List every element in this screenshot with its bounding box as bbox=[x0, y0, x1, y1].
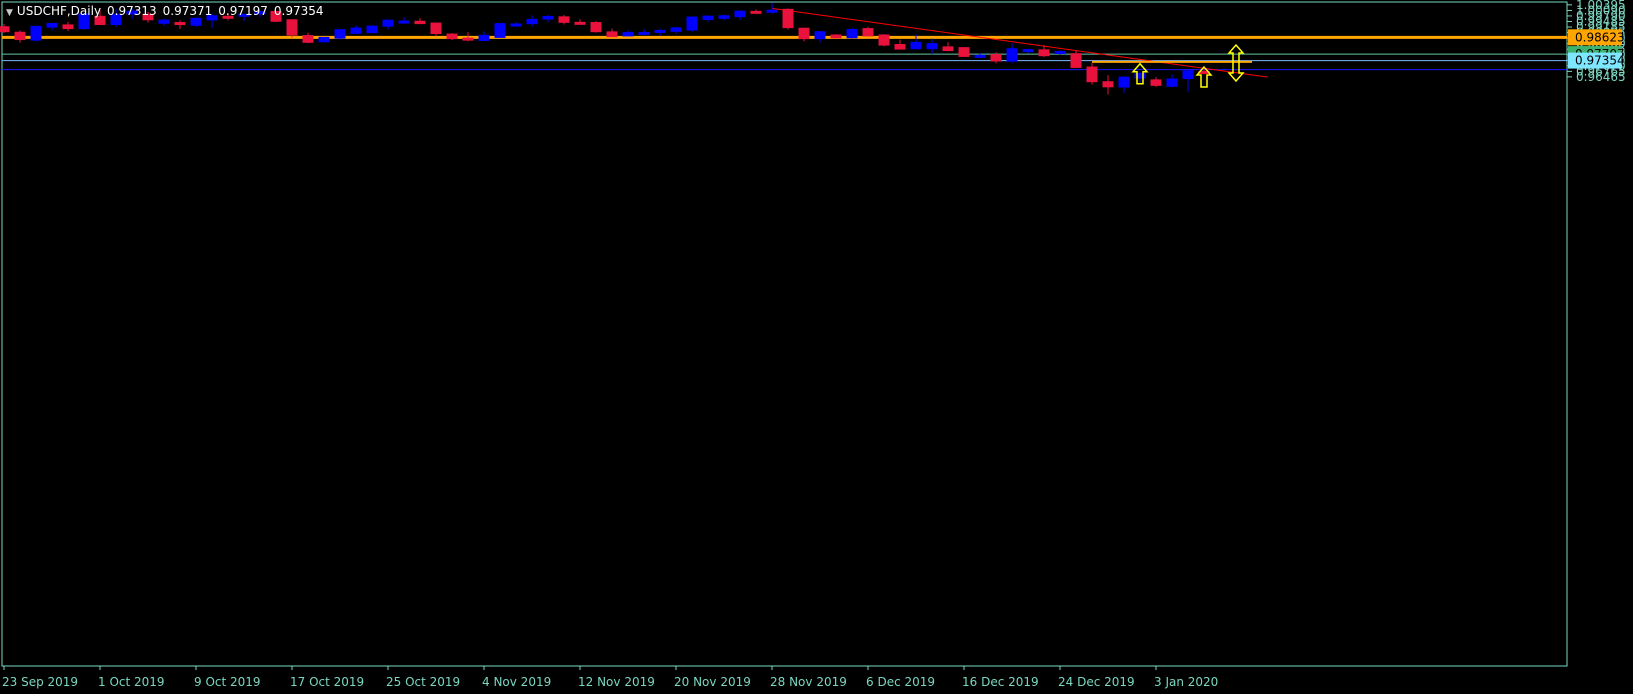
x-tick-label: 6 Dec 2019 bbox=[866, 675, 935, 689]
candle-body-bear bbox=[446, 33, 458, 40]
x-tick-label: 20 Nov 2019 bbox=[674, 675, 751, 689]
candle-body-bull bbox=[334, 29, 346, 39]
candle-body-bull bbox=[1054, 50, 1066, 54]
candle-body-bull bbox=[670, 27, 682, 32]
candle-body-bear bbox=[286, 19, 298, 36]
candle-body-bull bbox=[910, 41, 922, 50]
candle-body-bull bbox=[734, 10, 746, 18]
candle-body-bull bbox=[382, 19, 394, 27]
x-tick-label: 1 Oct 2019 bbox=[98, 675, 165, 689]
candle-body-bear bbox=[1070, 53, 1082, 68]
x-tick-label: 4 Nov 2019 bbox=[482, 675, 551, 689]
candle-body-bull bbox=[1182, 70, 1194, 80]
candle-body-bull bbox=[190, 17, 202, 26]
candle-body-bear bbox=[1150, 79, 1162, 86]
x-tick-label: 28 Nov 2019 bbox=[770, 675, 847, 689]
candle-body-bear bbox=[14, 31, 26, 41]
candle-body-bear bbox=[862, 28, 874, 37]
price-label: 0.98623 bbox=[1575, 30, 1625, 44]
candle-body-bear bbox=[990, 54, 1002, 62]
candle-body-bull bbox=[494, 23, 506, 38]
x-tick-label: 9 Oct 2019 bbox=[194, 675, 261, 689]
candle-body-bear bbox=[1086, 66, 1098, 83]
price-label: 0.97354 bbox=[1575, 54, 1625, 68]
candle-body-bear bbox=[782, 8, 794, 29]
trendline bbox=[771, 7, 1269, 78]
candle-body-bear bbox=[798, 27, 810, 40]
candle-body-bear bbox=[878, 34, 890, 46]
candle-body-bull bbox=[158, 19, 170, 24]
high-value: 0.97371 bbox=[162, 4, 213, 18]
x-tick-label: 23 Sep 2019 bbox=[2, 675, 78, 689]
candle-body-bear bbox=[558, 16, 570, 23]
candle-body-bear bbox=[174, 22, 186, 26]
candle-body-bull bbox=[542, 15, 554, 20]
candle-body-bull bbox=[366, 25, 378, 34]
x-tick-label: 24 Dec 2019 bbox=[1058, 675, 1135, 689]
close-value: 0.97354 bbox=[273, 4, 324, 18]
dropdown-triangle-icon[interactable]: ▼ bbox=[6, 8, 13, 18]
candle-body-bear bbox=[590, 22, 602, 33]
candle-body-bear bbox=[462, 37, 474, 41]
low-value: 0.97197 bbox=[218, 4, 268, 18]
x-tick-label: 3 Jan 2020 bbox=[1154, 675, 1218, 689]
candle-body-bear bbox=[430, 22, 442, 35]
candle-body-bull bbox=[1118, 76, 1130, 88]
candle-body-bull bbox=[926, 43, 938, 50]
candle-body-bull bbox=[766, 9, 778, 13]
x-tick-label: 25 Oct 2019 bbox=[386, 675, 460, 689]
candle-body-bull bbox=[30, 25, 42, 41]
candle-body-bear bbox=[1102, 81, 1114, 88]
candle-body-bear bbox=[1038, 49, 1050, 57]
candle-body-bull bbox=[1006, 48, 1018, 62]
candle-body-bear bbox=[894, 44, 906, 50]
candle-body-bear bbox=[942, 46, 954, 52]
x-tick-label: 16 Dec 2019 bbox=[962, 675, 1039, 689]
candle-body-bear bbox=[958, 47, 970, 57]
candle-body-bear bbox=[0, 26, 10, 33]
candle-body-bull bbox=[1022, 49, 1034, 53]
candle-body-bear bbox=[62, 24, 74, 30]
candle-body-bull bbox=[526, 18, 538, 25]
candle-body-bull bbox=[974, 54, 986, 58]
double-arrow-icon bbox=[1227, 43, 1245, 83]
x-tick-label: 12 Nov 2019 bbox=[578, 675, 655, 689]
candle-body-bull bbox=[1166, 78, 1178, 87]
candle-body-bull bbox=[702, 15, 714, 20]
candle-body-bull bbox=[510, 23, 522, 27]
x-tick-label: 17 Oct 2019 bbox=[290, 675, 364, 689]
candle-body-bear bbox=[414, 20, 426, 25]
candle-body-bull bbox=[350, 27, 362, 34]
candle-body-bull bbox=[686, 16, 698, 31]
candle-body-bear bbox=[302, 35, 314, 43]
candle-body-bull bbox=[814, 31, 826, 40]
candle-body-bear bbox=[830, 34, 842, 39]
candle-body-bull bbox=[654, 29, 666, 33]
candle-body-bear bbox=[606, 31, 618, 38]
candle-body-bull bbox=[622, 31, 634, 37]
candle-body-bull bbox=[318, 36, 330, 43]
candle-body-bull bbox=[46, 22, 58, 28]
candle-body-bear bbox=[574, 21, 586, 25]
chart-header: ▼ USDCHF,Daily 0.97313 0.97371 0.97197 0.9735… bbox=[6, 4, 324, 18]
candle-body-bear bbox=[750, 10, 762, 14]
candle-body-bull bbox=[398, 20, 410, 24]
candle-body-bull bbox=[846, 28, 858, 39]
plot-frame bbox=[1, 1, 1568, 667]
symbol-label: USDCHF,Daily bbox=[16, 4, 102, 18]
candle-body-bull bbox=[638, 31, 650, 35]
candle-body-bull bbox=[718, 15, 730, 19]
price-chart[interactable]: 1.003951.000900.997900.994850.991850.988… bbox=[0, 0, 1633, 694]
candle-body-bull bbox=[478, 34, 490, 41]
y-tick-label: 0.96465 bbox=[1576, 70, 1626, 84]
open-value: 0.97313 bbox=[107, 4, 157, 18]
